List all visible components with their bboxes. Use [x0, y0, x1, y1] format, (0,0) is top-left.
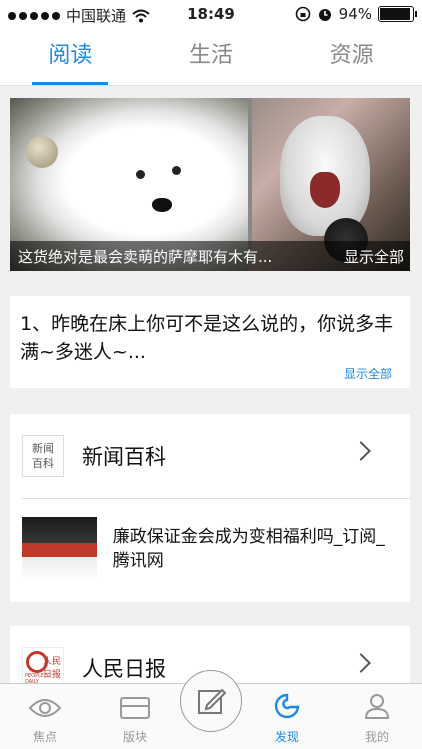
- photo-card[interactable]: 这货绝对是最会卖萌的萨摩耶有木有... 显示全部: [10, 98, 410, 271]
- rotation-lock-icon: [295, 6, 310, 22]
- nav-discover[interactable]: 发现: [242, 684, 332, 749]
- rmrb-logo: 人民日报 PEOPLE'S DAILY: [22, 647, 64, 686]
- nav-discover-label: 发现: [274, 730, 299, 744]
- tab-0[interactable]: 阅读: [0, 30, 141, 85]
- battery-percent: 94%: [338, 5, 372, 23]
- nav-sections-label: 版块: [122, 730, 147, 744]
- card-icon: [120, 697, 150, 719]
- tab-2[interactable]: 资源: [281, 30, 422, 85]
- joke-text: 1、昨晚在床上你可不是这么说的，你说多丰满~多迷人~...: [20, 313, 394, 363]
- eye-icon: [28, 699, 62, 717]
- battery-icon: [378, 6, 417, 22]
- tab-1[interactable]: 生活: [141, 30, 282, 85]
- nav-focus[interactable]: 焦点: [0, 684, 90, 749]
- nav-sections[interactable]: 版块: [90, 684, 180, 749]
- compose-button[interactable]: [180, 670, 242, 732]
- discover-icon: [274, 693, 300, 719]
- nav-focus-label: 焦点: [32, 730, 57, 744]
- article-thumbnail: [22, 517, 97, 581]
- chevron-right-icon: [351, 653, 371, 673]
- xinwen-baike-logo: 新闻 百科: [22, 435, 64, 477]
- joke-show-all-link[interactable]: 显示全部: [344, 365, 392, 382]
- news-baike-card: 新闻 百科 新闻百科 廉政保证金会成为变相福利吗_订阅_腾讯网: [10, 414, 410, 602]
- joke-card[interactable]: 1、昨晚在床上你可不是这么说的，你说多丰满~多迷人~... 显示全部: [10, 296, 410, 388]
- article-title: 廉政保证金会成为变相福利吗_订阅_腾讯网: [112, 527, 385, 571]
- chevron-right-icon: [351, 441, 371, 461]
- person-icon: [364, 694, 390, 719]
- top-tabs: 阅读 生活 资源: [0, 30, 422, 86]
- news-article-item[interactable]: 廉政保证金会成为变相福利吗_订阅_腾讯网: [10, 499, 410, 599]
- rmrb-label: 人民日报: [82, 657, 166, 681]
- alarm-icon: [318, 9, 331, 21]
- photo-show-all-link[interactable]: 显示全部: [332, 246, 410, 267]
- nav-mine[interactable]: 我的: [332, 684, 422, 749]
- news-baike-label: 新闻百科: [82, 445, 166, 469]
- edit-icon: [198, 688, 227, 714]
- photo-caption: 这货绝对是最会卖萌的萨摩耶有木有...: [18, 247, 273, 266]
- dog-face-shape: [122, 154, 202, 234]
- nav-mine-label: 我的: [364, 730, 389, 744]
- status-right: 94%: [295, 5, 417, 23]
- news-baike-header[interactable]: 新闻 百科 新闻百科: [10, 414, 410, 498]
- status-bar: 中国联通 18:49 94%: [0, 0, 422, 30]
- photo-caption-bar: 这货绝对是最会卖萌的萨摩耶有木有... 显示全部: [10, 241, 410, 271]
- ball-shape: [26, 136, 58, 168]
